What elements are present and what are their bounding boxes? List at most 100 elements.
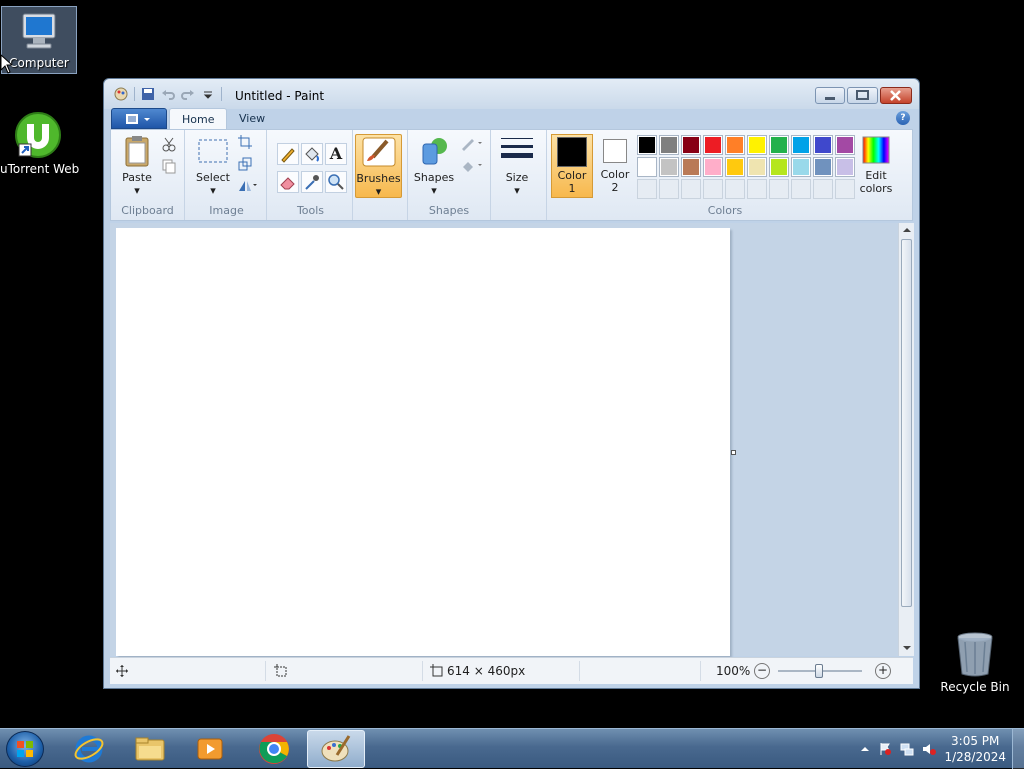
taskbar-internet-explorer[interactable]: [60, 730, 118, 768]
palette-color-swatch[interactable]: [813, 157, 833, 177]
palette-color-swatch[interactable]: [769, 135, 789, 155]
canvas-dimensions: 614 × 460px: [447, 664, 526, 678]
close-button[interactable]: [880, 87, 912, 104]
palette-color-swatch[interactable]: [747, 157, 767, 177]
desktop-icon-utorrent[interactable]: uTorrent Web: [0, 110, 80, 176]
fill-shape-icon[interactable]: [460, 158, 486, 176]
palette-color-swatch[interactable]: [769, 157, 789, 177]
fill-tool[interactable]: [301, 143, 323, 165]
palette-custom-swatch[interactable]: [835, 179, 855, 199]
palette-color-swatch[interactable]: [703, 157, 723, 177]
drawing-canvas[interactable]: [116, 228, 730, 656]
shapes-button[interactable]: Shapes ▾: [412, 134, 456, 197]
palette-color-swatch[interactable]: [835, 135, 855, 155]
canvas-resize-handle[interactable]: [731, 450, 736, 455]
select-icon: [198, 139, 228, 163]
eraser-tool[interactable]: [277, 171, 299, 193]
edit-colors-button[interactable]: Edit colors: [853, 134, 899, 195]
palette-custom-swatch[interactable]: [681, 179, 701, 199]
palette-custom-swatch[interactable]: [813, 179, 833, 199]
tab-view[interactable]: View: [227, 108, 277, 130]
text-tool[interactable]: A: [325, 143, 347, 165]
minimize-button[interactable]: [815, 87, 845, 104]
palette-custom-swatch[interactable]: [747, 179, 767, 199]
palette-color-swatch[interactable]: [725, 135, 745, 155]
copy-icon[interactable]: [161, 158, 179, 176]
close-icon: [890, 90, 901, 101]
palette-custom-swatch[interactable]: [769, 179, 789, 199]
undo-icon[interactable]: [161, 87, 175, 101]
palette-color-swatch[interactable]: [747, 135, 767, 155]
pencil-tool[interactable]: [277, 143, 299, 165]
customize-qat-icon[interactable]: [201, 87, 215, 101]
crop-icon[interactable]: [237, 134, 255, 152]
palette-custom-swatch[interactable]: [791, 179, 811, 199]
palette-color-swatch[interactable]: [659, 135, 679, 155]
maximize-button[interactable]: [847, 87, 878, 104]
zoom-in-button[interactable]: +: [875, 663, 891, 679]
palette-color-swatch[interactable]: [791, 135, 811, 155]
brushes-icon: [362, 137, 395, 167]
start-button[interactable]: [6, 731, 44, 767]
cut-icon[interactable]: [161, 136, 179, 154]
palette-color-swatch[interactable]: [637, 135, 657, 155]
palette-color-swatch[interactable]: [681, 157, 701, 177]
color1-button[interactable]: Color 1: [551, 134, 593, 198]
network-icon[interactable]: [900, 742, 914, 756]
group-label: Colors: [707, 204, 743, 217]
paste-icon: [125, 136, 149, 167]
paste-button[interactable]: Paste ▾: [117, 134, 157, 197]
select-button[interactable]: Select ▾: [193, 134, 233, 197]
vertical-scrollbar[interactable]: [898, 223, 914, 656]
palette-color-swatch[interactable]: [681, 135, 701, 155]
tab-home[interactable]: Home: [169, 108, 228, 130]
minimize-icon: [825, 97, 835, 100]
palette-color-swatch[interactable]: [835, 157, 855, 177]
palette-custom-swatch[interactable]: [725, 179, 745, 199]
desktop-icon-label: uTorrent Web: [0, 162, 80, 176]
palette-color-swatch[interactable]: [659, 157, 679, 177]
brushes-button[interactable]: Brushes ▾: [355, 134, 402, 198]
color2-button[interactable]: Color 2: [595, 134, 635, 194]
desktop-icon-computer[interactable]: Computer: [1, 6, 77, 74]
color-picker-tool[interactable]: [301, 171, 323, 193]
taskbar-chrome[interactable]: [245, 730, 303, 768]
rotate-icon[interactable]: [237, 177, 257, 195]
pencil-icon: [281, 148, 295, 163]
desktop-icon-recycle-bin[interactable]: Recycle Bin: [937, 630, 1013, 694]
zoom-slider[interactable]: [778, 664, 862, 678]
palette-color-swatch[interactable]: [637, 157, 657, 177]
taskbar-media-player[interactable]: [181, 730, 239, 768]
paint-menu-button[interactable]: [111, 108, 167, 129]
paint-app-icon[interactable]: [114, 87, 128, 101]
help-icon[interactable]: ?: [896, 111, 910, 125]
outline-icon[interactable]: [460, 136, 486, 154]
action-center-flag-icon[interactable]: [878, 742, 892, 756]
internet-explorer-icon: [74, 735, 104, 763]
zoom-slider-thumb[interactable]: [815, 664, 823, 678]
palette-color-swatch[interactable]: [813, 135, 833, 155]
palette-color-swatch[interactable]: [725, 157, 745, 177]
scroll-thumb[interactable]: [901, 239, 912, 607]
save-icon[interactable]: [141, 87, 155, 101]
size-button[interactable]: Size ▾: [497, 134, 537, 197]
palette-custom-swatch[interactable]: [703, 179, 723, 199]
magnifier-tool[interactable]: [325, 171, 347, 193]
volume-muted-icon[interactable]: [922, 742, 936, 756]
ribbon-tab-strip: Home View ?: [110, 108, 913, 130]
palette-color-swatch[interactable]: [791, 157, 811, 177]
show-hidden-icons-icon[interactable]: [858, 742, 872, 756]
palette-custom-swatch[interactable]: [659, 179, 679, 199]
taskbar-paint[interactable]: [307, 730, 365, 768]
taskbar-file-explorer[interactable]: [121, 730, 179, 768]
palette-custom-swatch[interactable]: [637, 179, 657, 199]
redo-icon[interactable]: [181, 87, 195, 101]
show-desktop-button[interactable]: [1012, 729, 1024, 769]
resize-icon[interactable]: [237, 156, 255, 174]
title-bar[interactable]: Untitled - Paint: [104, 79, 919, 109]
palette-color-swatch[interactable]: [703, 135, 723, 155]
zoom-out-button[interactable]: −: [754, 663, 770, 679]
color-picker-icon: [305, 175, 319, 190]
computer-icon: [22, 13, 56, 49]
clock[interactable]: 3:05 PM 1/28/2024: [944, 733, 1006, 765]
